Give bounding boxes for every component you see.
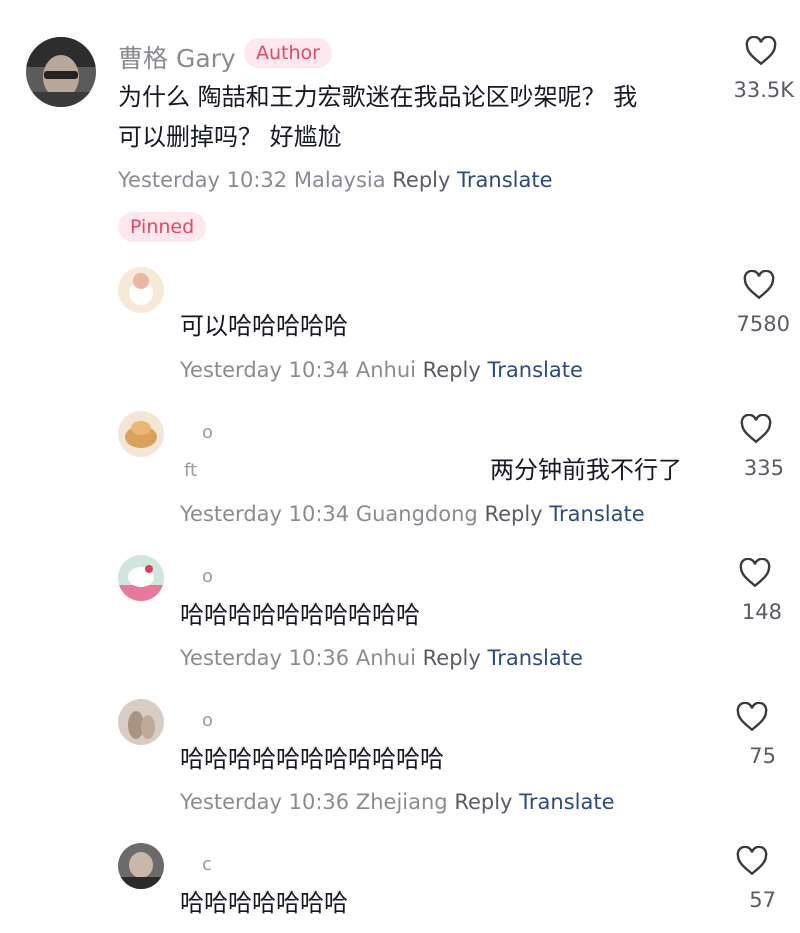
reply-button[interactable]: Reply xyxy=(423,646,481,670)
author-avatar-image xyxy=(26,37,96,107)
translate-button[interactable]: Translate xyxy=(457,168,552,192)
like-button[interactable]: 57 xyxy=(728,846,776,912)
reply-username[interactable]: c xyxy=(202,854,212,875)
heart-icon xyxy=(743,270,775,300)
translate-button[interactable]: Translate xyxy=(549,502,644,526)
reply-text: 哈哈哈哈哈哈哈哈哈哈 xyxy=(180,601,420,629)
reply-meta: Yesterday 10:36 Zhejiang Reply Translate xyxy=(180,790,615,814)
reply-avatar[interactable] xyxy=(118,555,164,601)
reply-text-prefix: ft xyxy=(184,460,198,481)
reply-meta: Yesterday 10:34 Anhui Reply Translate xyxy=(180,358,583,382)
reply-avatar[interactable] xyxy=(118,843,164,889)
translate-button[interactable]: Translate xyxy=(519,790,614,814)
avatar-image xyxy=(118,843,164,889)
like-count: 148 xyxy=(741,600,782,624)
avatar-image xyxy=(118,699,164,745)
author-like-button[interactable]: 33.5K xyxy=(728,36,794,102)
reply-button[interactable]: Reply xyxy=(423,358,481,382)
reply-meta: Yesterday 10:36 Anhui Reply Translate xyxy=(180,646,583,670)
reply-button[interactable]: Reply xyxy=(392,168,450,192)
comment-time: Yesterday 10:34 xyxy=(180,358,350,382)
reply-avatar[interactable] xyxy=(118,411,164,457)
comment-location: Anhui xyxy=(355,646,416,670)
like-button[interactable]: 148 xyxy=(728,558,782,624)
reply-text: 两分钟前我不行了 xyxy=(490,456,682,484)
comment-location: Malaysia xyxy=(293,168,386,192)
heart-icon xyxy=(740,414,772,444)
like-button[interactable]: 335 xyxy=(728,414,784,480)
heart-icon xyxy=(739,558,771,588)
like-count: 7580 xyxy=(736,312,790,336)
avatar-image xyxy=(118,267,164,313)
avatar-image xyxy=(118,411,164,457)
like-count: 75 xyxy=(749,744,776,768)
heart-icon xyxy=(736,702,768,732)
avatar-image xyxy=(118,555,164,601)
translate-button[interactable]: Translate xyxy=(488,646,583,670)
author-avatar[interactable] xyxy=(26,37,96,107)
like-button[interactable]: 7580 xyxy=(728,270,790,336)
reply-button[interactable]: Reply xyxy=(454,790,512,814)
reply-avatar[interactable] xyxy=(118,699,164,745)
pinned-badge: Pinned xyxy=(118,212,207,242)
reply-username[interactable]: o xyxy=(202,422,213,443)
like-count: 57 xyxy=(749,888,776,912)
reply-button[interactable]: Reply xyxy=(484,502,542,526)
comment-location: Guangdong xyxy=(355,502,478,526)
comment-location: Anhui xyxy=(355,358,416,382)
reply-text: 可以哈哈哈哈哈 xyxy=(180,312,348,340)
heart-icon xyxy=(736,846,768,876)
author-name[interactable]: 曹格 Gary xyxy=(118,39,236,75)
comment-time: Yesterday 10:36 xyxy=(180,646,350,670)
heart-icon xyxy=(745,36,777,66)
author-comment-line2: 可以删掉吗？ 好尴尬 xyxy=(118,123,342,151)
author-badge: Author xyxy=(244,38,332,68)
author-comment-line1: 为什么 陶喆和王力宏歌迷在我品论区吵架呢？ 我 xyxy=(118,83,638,111)
reply-username[interactable]: o xyxy=(202,710,213,731)
reply-meta: Yesterday 10:34 Guangdong Reply Translat… xyxy=(180,502,645,526)
author-comment-meta: Yesterday 10:32 Malaysia Reply Translate xyxy=(118,168,553,192)
reply-text: 哈哈哈哈哈哈哈 xyxy=(180,889,348,917)
comment-time: Yesterday 10:34 xyxy=(180,502,350,526)
comment-time: Yesterday 10:36 xyxy=(180,790,350,814)
like-button[interactable]: 75 xyxy=(728,702,776,768)
translate-button[interactable]: Translate xyxy=(488,358,583,382)
like-count: 335 xyxy=(743,456,784,480)
comment-time: Yesterday 10:32 xyxy=(118,168,288,192)
like-count: 33.5K xyxy=(733,78,794,102)
reply-text: 哈哈哈哈哈哈哈哈哈哈哈 xyxy=(180,745,444,773)
reply-username[interactable]: o xyxy=(202,566,213,587)
comment-location: Zhejiang xyxy=(355,790,448,814)
reply-avatar[interactable] xyxy=(118,267,164,313)
